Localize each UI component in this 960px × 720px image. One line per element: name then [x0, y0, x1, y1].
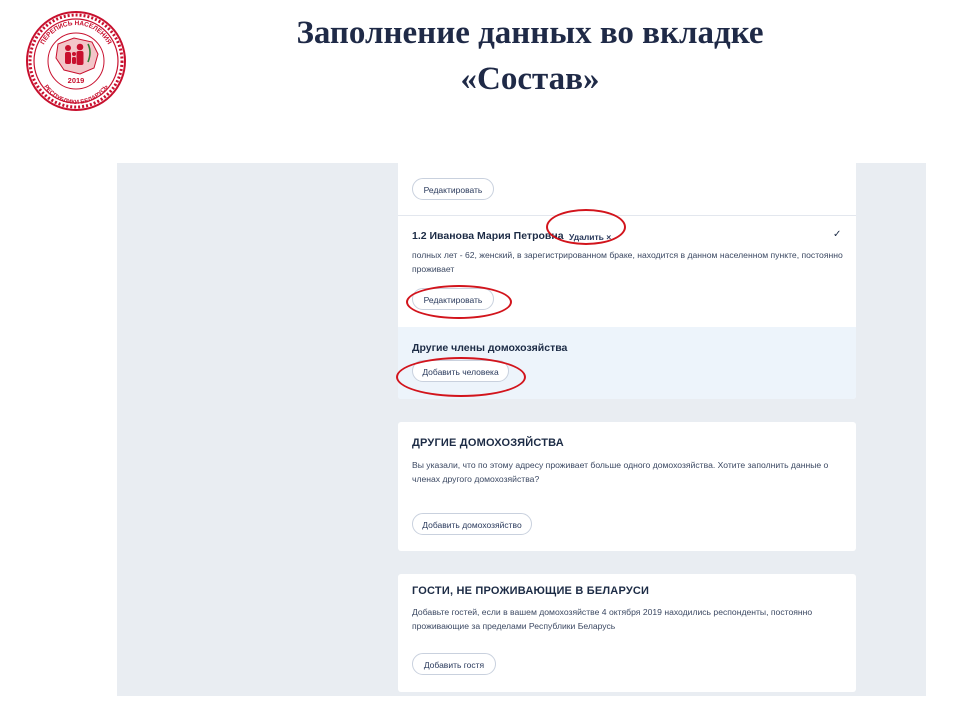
other-members-title: Другие члены домохозяйства	[412, 342, 568, 354]
edit-first-person-button[interactable]: Редактировать	[412, 178, 494, 200]
guests-title: ГОСТИ, НЕ ПРОЖИВАЮЩИЕ В БЕЛАРУСИ	[412, 585, 650, 597]
logo-year: 2019	[68, 76, 85, 85]
highlight-oval-edit	[406, 285, 512, 319]
slide-title: Заполнение данных во вкладке «Состав»	[200, 10, 860, 102]
other-households-card: ДРУГИЕ ДОМОХОЗЯЙСТВА Вы указали, что по …	[398, 422, 856, 551]
person-details: полных лет - 62, женский, в зарегистриро…	[412, 250, 843, 274]
divider	[398, 215, 856, 216]
check-icon: ✓	[833, 229, 842, 240]
guests-text: Добавьте гостей, если в вашем домохозяйс…	[412, 607, 813, 631]
guests-card: ГОСТИ, НЕ ПРОЖИВАЮЩИЕ В БЕЛАРУСИ Добавьт…	[398, 574, 856, 692]
slide-title-line-2: «Состав»	[460, 61, 600, 97]
add-guest-button[interactable]: Добавить гостя	[412, 653, 496, 675]
census-form-screenshot: Редактировать 1.2 Иванова Мария Петровна…	[117, 163, 926, 696]
highlight-oval-add-person	[396, 357, 526, 397]
other-households-title: ДРУГИЕ ДОМОХОЗЯЙСТВА	[412, 437, 564, 449]
slide-title-line-1: Заполнение данных во вкладке	[296, 15, 764, 51]
other-households-text: Вы указали, что по этому адресу проживае…	[412, 460, 829, 484]
census-logo: ПЕРЕПИСЬ НАСЕЛЕНИЯ РЕСПУБЛИКИ БЕЛАРУСЬ 2…	[26, 11, 126, 111]
highlight-oval-remove	[546, 209, 626, 245]
person-name: 1.2 Иванова Мария Петровна	[412, 230, 564, 242]
add-household-button[interactable]: Добавить домохозяйство	[412, 513, 532, 535]
